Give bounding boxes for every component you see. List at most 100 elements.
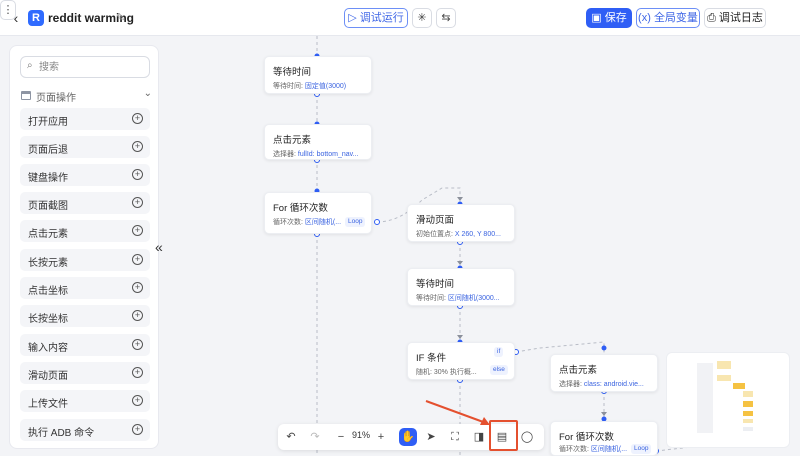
variable-icon: (x) [638,12,654,24]
node-sub-value: 区间随机(... [304,219,342,226]
actions-sidebar: ⌕ 页面操作 ⌄ 打开应用 + 页面后退 + 键盘操作 + 页面截图 + 点击元素 + 长… [9,45,159,449]
action-label: 执行 ADB 命令 [28,428,95,439]
action-label: 滑动页面 [28,371,68,382]
log-icon: ⎙ [707,12,719,24]
action-item[interactable]: 上传文件 + [20,390,150,412]
add-icon[interactable]: + [132,367,143,378]
action-label: 长按坐标 [28,314,68,325]
chevron-down-icon[interactable]: ⌄ [144,88,152,99]
debug-log-button[interactable]: ⎙ 调试日志 [704,8,766,28]
action-label: 上传文件 [28,399,68,410]
action-item[interactable]: 长按坐标 + [20,305,150,327]
action-label: 页面后退 [28,145,68,156]
search-icon: ⌕ [27,60,33,71]
add-icon[interactable]: + [132,339,143,350]
action-item[interactable]: 执行 ADB 命令 + [20,419,150,441]
action-item[interactable]: 页面截图 + [20,192,150,214]
add-icon[interactable]: + [132,282,143,293]
node-sub-label: 选择器: [559,381,584,388]
magic-icon[interactable]: ✳ [412,8,432,28]
node-wait-time-random[interactable]: 等待时间 等待时间: 区间随机(3000... [407,268,515,306]
node-sub-value: class: android.vie... [583,381,644,388]
node-for-loop[interactable]: For 循环次数 循环次数: 区间随机(... Loop [264,192,372,234]
add-icon[interactable]: + [132,113,143,124]
action-label: 打开应用 [28,117,68,128]
top-bar: ‹ R reddit warming ✎ ▷ 调试运行 ✳ ⇆ ▣ 保存 (x)… [0,0,800,36]
node-title: 等待时间 [273,67,312,78]
edit-title-icon[interactable]: ✎ [116,10,128,26]
node-for-loop-2[interactable]: For 循环次数 循环次数: 区间随机(... Loop [550,421,658,456]
annotation-highlight-box [489,420,518,451]
node-subtitle: 循环次数: 区间随机(... [273,217,341,227]
node-sub-label: 等待时间: [273,83,305,90]
debug-run-button[interactable]: ▷ 调试运行 [344,8,408,28]
node-sub-label: 循环次数: [559,446,591,453]
search-box: ⌕ [20,56,150,78]
node-sub-label: 循环次数: [273,219,305,226]
action-item[interactable]: 点击坐标 + [20,277,150,299]
swap-icon[interactable]: ⇆ [436,8,456,28]
search-input[interactable] [39,59,144,75]
node-title: 滑动页面 [416,215,455,226]
loop-tag: Loop [631,444,652,454]
undo-icon[interactable]: ↶ [282,428,300,446]
play-icon: ▷ [348,12,360,24]
global-variables-button[interactable]: (x) 全局变量 [636,8,700,28]
back-icon[interactable]: ‹ [8,10,24,26]
global-variables-label: 全局变量 [653,12,698,24]
page-icon [21,91,31,100]
action-item[interactable]: 页面后退 + [20,136,150,158]
node-sub-value: 区间随机(... [590,446,628,453]
hand-icon[interactable]: ✋ [399,428,417,446]
minimap[interactable] [666,352,790,448]
add-icon[interactable]: + [132,310,143,321]
node-subtitle: 选择器: fullId: bottom_nav... [273,149,358,159]
action-item[interactable]: 输入内容 + [20,334,150,356]
add-icon[interactable]: + [132,254,143,265]
add-icon[interactable]: + [132,424,143,435]
action-item[interactable]: 滑动页面 + [20,362,150,384]
node-title: 等待时间 [416,279,455,290]
node-subtitle: 等待时间: 区间随机(3000... [416,293,500,303]
action-item[interactable]: 键盘操作 + [20,164,150,186]
node-title: 点击元素 [559,365,598,376]
action-label: 点击坐标 [28,286,68,297]
node-sub-value: 区间随机(3000... [447,295,500,302]
node-title: 点击元素 [273,135,312,146]
add-icon[interactable]: + [132,225,143,236]
group-label: 页面操作 [36,93,76,104]
zoom-out-icon[interactable]: − [332,428,350,446]
node-title: For 循环次数 [273,203,328,214]
loop-tag: Loop [345,217,366,227]
node-subtitle: 循环次数: 区间随机(... [559,444,627,454]
node-sub-label: 初始位置点: [416,231,455,238]
node-subtitle: 选择器: class: android.vie... [559,379,644,389]
redo-icon[interactable]: ↷ [306,428,324,446]
node-swipe-page[interactable]: 滑动页面 初始位置点: X 260, Y 800... [407,204,515,242]
comment-icon[interactable]: ◯ [518,428,536,446]
add-icon[interactable]: + [132,169,143,180]
action-item[interactable]: 打开应用 + [20,108,150,130]
action-item[interactable]: 长按元素 + [20,249,150,271]
action-item[interactable]: 点击元素 + [20,220,150,242]
node-click-element-2[interactable]: 点击元素 选择器: class: android.vie... [550,354,658,392]
node-if-condition[interactable]: IF 条件 随机: 30% 执行概... if else [407,342,515,380]
action-label: 页面截图 [28,201,68,212]
node-sub-value: fullId: bottom_nav... [297,151,359,158]
save-label: 保存 [604,12,627,24]
save-button[interactable]: ▣ 保存 [586,8,632,28]
group-header[interactable]: 页面操作 ⌄ [20,88,152,104]
minimap-graphic [697,361,753,433]
zoom-in-icon[interactable]: + [372,428,390,446]
node-title: For 循环次数 [559,432,614,443]
node-title: IF 条件 [416,353,447,364]
node-click-element[interactable]: 点击元素 选择器: fullId: bottom_nav... [264,124,372,160]
node-sub-label: 等待时间: [416,295,448,302]
node-wait-time[interactable]: 等待时间 等待时间: 固定值(3000) [264,56,372,94]
add-icon[interactable]: + [132,141,143,152]
action-label: 键盘操作 [28,173,68,184]
if-tag: if [494,347,504,357]
add-icon[interactable]: + [132,395,143,406]
action-label: 点击元素 [28,229,68,240]
add-icon[interactable]: + [132,197,143,208]
